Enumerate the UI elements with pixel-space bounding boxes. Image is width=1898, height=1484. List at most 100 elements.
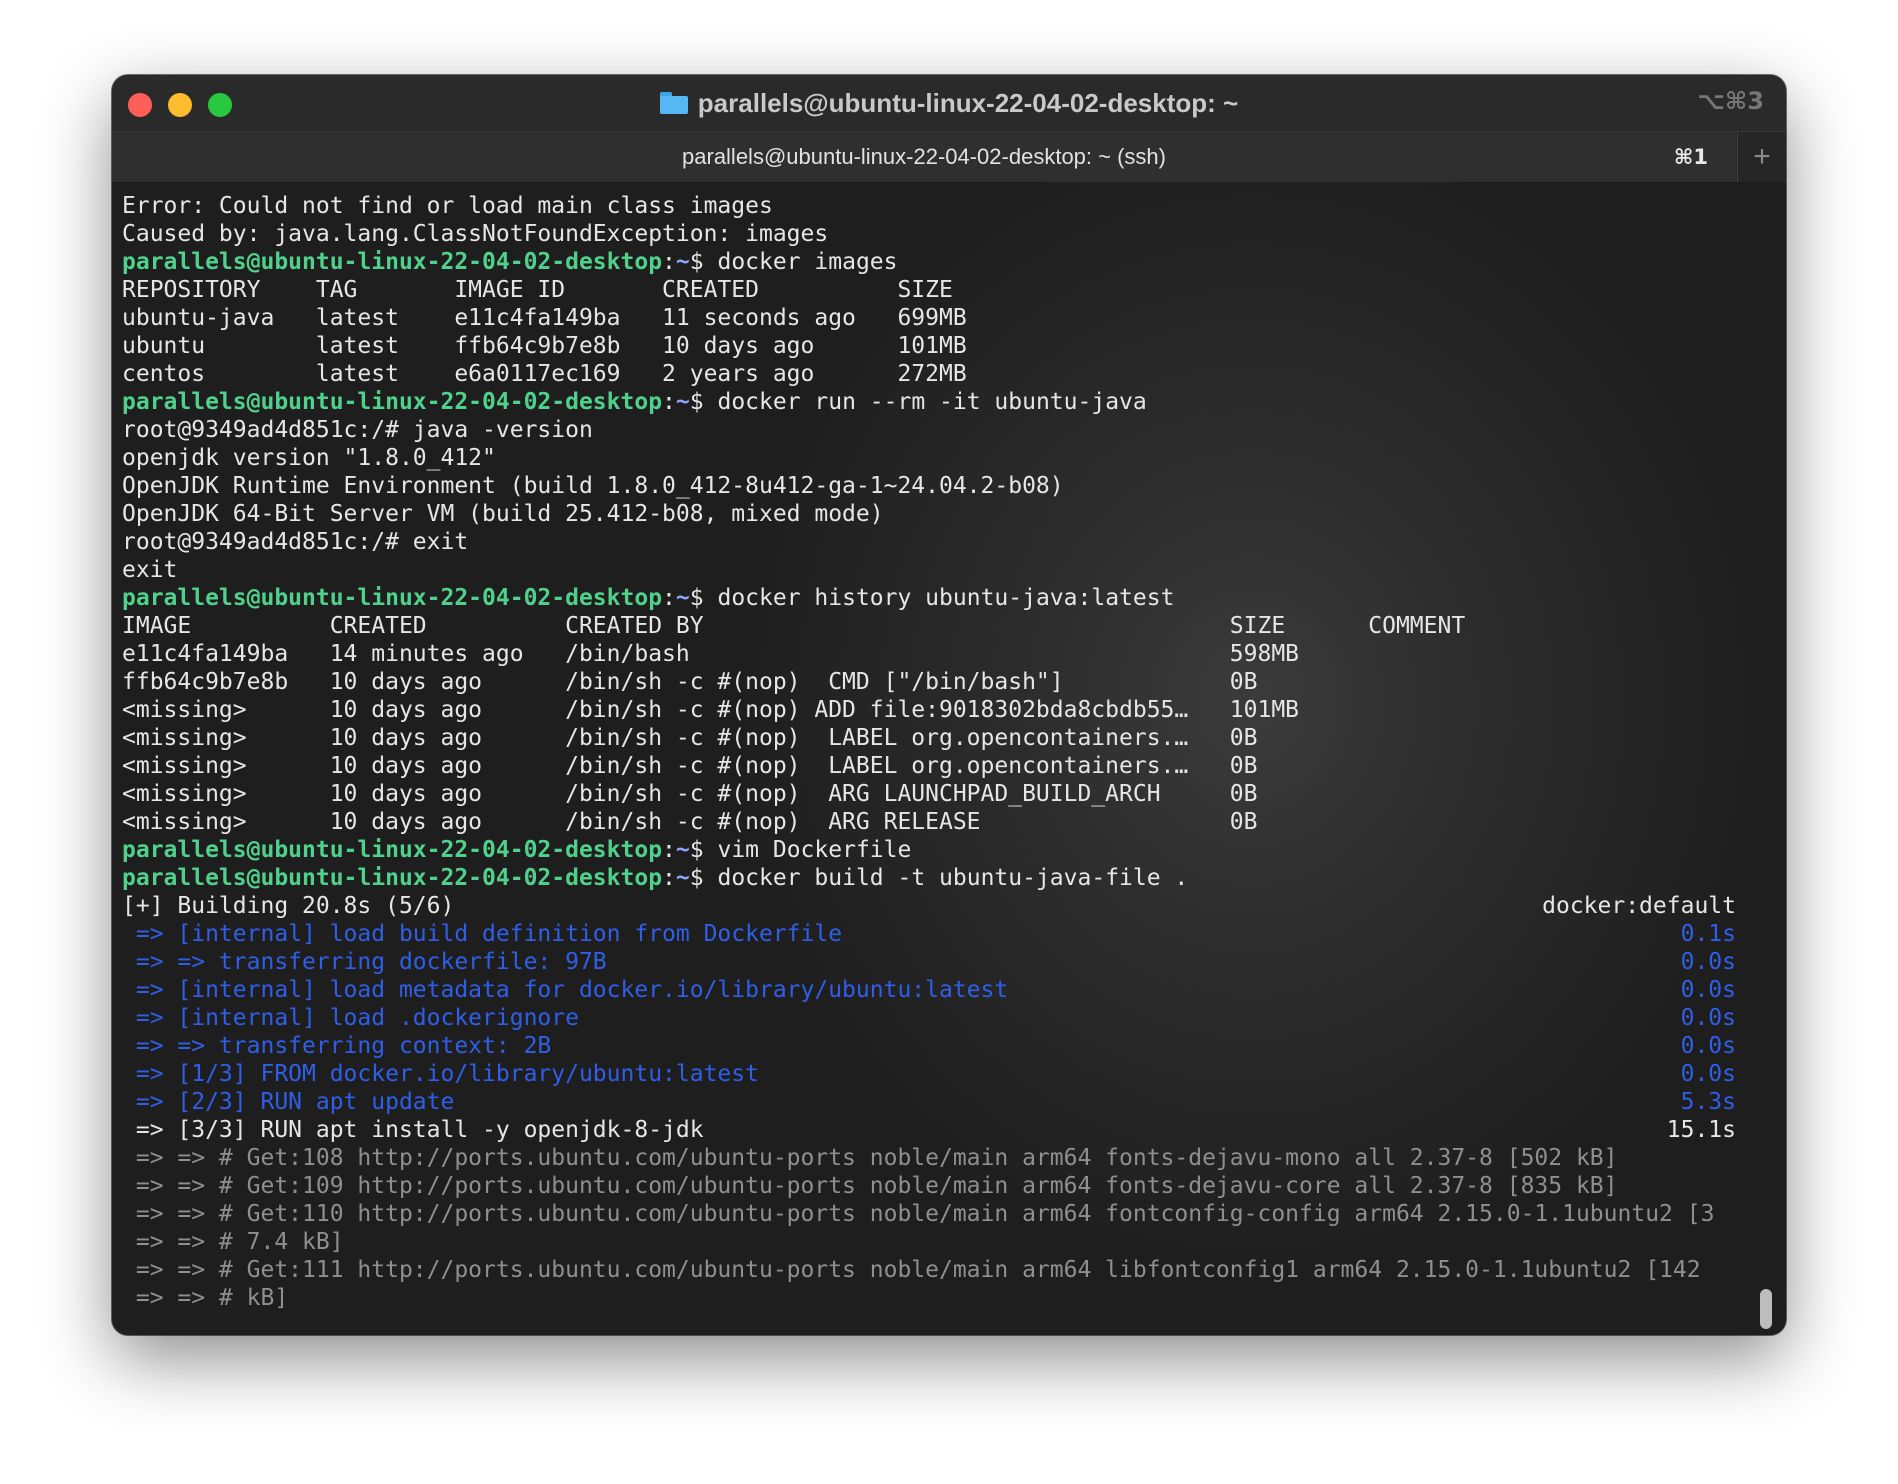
window-title-group: parallels@ubuntu-linux-22-04-02-desktop:… <box>112 87 1786 119</box>
build-log-text: => => # Get:111 http://ports.ubuntu.com/… <box>122 1257 1701 1283</box>
output-text: OpenJDK 64-Bit Server VM (build 25.412-b… <box>122 501 884 527</box>
build-step-time: 0.0s <box>1680 949 1736 975</box>
output-text: REPOSITORY TAG IMAGE ID CREATED SIZE <box>122 277 953 303</box>
output-text: <missing> 10 days ago /bin/sh -c #(nop) … <box>122 725 1258 751</box>
terminal-line: => => # kB] <box>122 1284 1736 1312</box>
build-step-time: 5.3s <box>1680 1089 1736 1115</box>
terminal-line: => => # Get:108 http://ports.ubuntu.com/… <box>122 1144 1736 1172</box>
output-text: Error: Could not find or load main class… <box>122 193 773 219</box>
output-text: exit <box>122 557 178 583</box>
terminal-line: IMAGE CREATED CREATED BY SIZE COMMENT <box>122 612 1736 640</box>
build-step-time: 0.0s <box>1680 1061 1736 1087</box>
terminal-line: => => # Get:111 http://ports.ubuntu.com/… <box>122 1256 1736 1284</box>
terminal-line: root@9349ad4d851c:/# java -version <box>122 416 1736 444</box>
build-step: => [internal] load .dockerignore <box>122 1005 579 1031</box>
build-step: => [2/3] RUN apt update <box>122 1089 455 1115</box>
terminal-line: [+] Building 20.8s (5/6) docker:default <box>122 892 1736 920</box>
prompt-dollar: $ <box>689 837 718 863</box>
terminal-line: REPOSITORY TAG IMAGE ID CREATED SIZE <box>122 276 1736 304</box>
prompt-user: parallels@ubuntu-linux-22-04-02-desktop <box>122 585 663 611</box>
prompt-dollar: $ <box>689 585 718 611</box>
window-title: parallels@ubuntu-linux-22-04-02-desktop:… <box>697 87 1239 118</box>
terminal-line: => [internal] load metadata for docker.i… <box>122 976 1736 1004</box>
terminal-line: => [internal] load .dockerignore 0.0s <box>122 1004 1736 1032</box>
terminal-line: ubuntu latest ffb64c9b7e8b 10 days ago 1… <box>122 332 1736 360</box>
prompt-separator: : <box>662 585 676 611</box>
new-tab-button[interactable]: + <box>1737 132 1786 182</box>
build-log-text: => => # kB] <box>122 1285 289 1311</box>
terminal-line: centos latest e6a0117ec169 2 years ago 2… <box>122 360 1736 388</box>
build-log-text: => => # Get:110 http://ports.ubuntu.com/… <box>122 1201 1715 1227</box>
command-text: docker run --rm -it ubuntu-java <box>717 389 1147 415</box>
folder-icon <box>659 92 688 114</box>
tab-shortcut: ⌘1 <box>1673 145 1708 169</box>
output-text: <missing> 10 days ago /bin/sh -c #(nop) … <box>122 697 1300 723</box>
command-text: docker history ubuntu-java:latest <box>717 585 1175 611</box>
prompt-user: parallels@ubuntu-linux-22-04-02-desktop <box>122 865 663 891</box>
build-step: => => transferring dockerfile: 97B <box>122 949 607 975</box>
terminal-line: <missing> 10 days ago /bin/sh -c #(nop) … <box>122 752 1736 780</box>
build-step: => [1/3] FROM docker.io/library/ubuntu:l… <box>122 1061 759 1087</box>
terminal-line: root@9349ad4d851c:/# exit <box>122 528 1736 556</box>
terminal-line: parallels@ubuntu-linux-22-04-02-desktop:… <box>122 584 1736 612</box>
prompt-separator: : <box>662 249 676 275</box>
build-step-time: 0.0s <box>1680 1005 1736 1031</box>
terminal-line: => => # 7.4 kB] <box>122 1228 1736 1256</box>
scrollbar-thumb[interactable] <box>1760 1289 1772 1329</box>
output-text: IMAGE CREATED CREATED BY SIZE COMMENT <box>122 613 1466 639</box>
output-text: ubuntu-java latest e11c4fa149ba 11 secon… <box>122 305 967 331</box>
output-text: ffb64c9b7e8b 10 days ago /bin/sh -c #(no… <box>122 669 1258 695</box>
terminal-line: e11c4fa149ba 14 minutes ago /bin/bash 59… <box>122 640 1736 668</box>
build-log-text: => => # Get:108 http://ports.ubuntu.com/… <box>122 1145 1618 1171</box>
build-step: => [3/3] RUN apt install -y openjdk-8-jd… <box>122 1117 704 1143</box>
terminal-line: <missing> 10 days ago /bin/sh -c #(nop) … <box>122 808 1736 836</box>
build-step-time: docker:default <box>1542 893 1736 919</box>
prompt-dollar: $ <box>689 249 718 275</box>
terminal-line: Error: Could not find or load main class… <box>122 192 1736 220</box>
prompt-path: ~ <box>675 249 690 275</box>
terminal-line: ubuntu-java latest e11c4fa149ba 11 secon… <box>122 304 1736 332</box>
terminal-line: parallels@ubuntu-linux-22-04-02-desktop:… <box>122 836 1736 864</box>
terminal-line: Caused by: java.lang.ClassNotFoundExcept… <box>122 220 1736 248</box>
terminal-output[interactable]: Error: Could not find or load main class… <box>112 182 1786 1335</box>
terminal-line: parallels@ubuntu-linux-22-04-02-desktop:… <box>122 388 1736 416</box>
prompt-dollar: $ <box>689 389 718 415</box>
terminal-text: Error: Could not find or load main class… <box>122 192 1736 1312</box>
command-text: docker images <box>717 249 898 275</box>
terminal-line: => => transferring dockerfile: 97B 0.0s <box>122 948 1736 976</box>
title-bar[interactable]: parallels@ubuntu-linux-22-04-02-desktop:… <box>112 75 1786 131</box>
terminal-line: <missing> 10 days ago /bin/sh -c #(nop) … <box>122 696 1736 724</box>
terminal-line: parallels@ubuntu-linux-22-04-02-desktop:… <box>122 864 1736 892</box>
terminal-line: => [internal] load build definition from… <box>122 920 1736 948</box>
tab-bar: parallels@ubuntu-linux-22-04-02-desktop:… <box>112 131 1786 183</box>
terminal-line: exit <box>122 556 1736 584</box>
terminal-line: ffb64c9b7e8b 10 days ago /bin/sh -c #(no… <box>122 668 1736 696</box>
build-log-text: => => # 7.4 kB] <box>122 1229 344 1255</box>
build-step-time: 0.1s <box>1680 921 1736 947</box>
command-text: vim Dockerfile <box>717 837 912 863</box>
output-text: openjdk version "1.8.0_412" <box>122 445 496 471</box>
tab-label: parallels@ubuntu-linux-22-04-02-desktop:… <box>682 144 1166 169</box>
prompt-dollar: $ <box>689 865 718 891</box>
terminal-line: => => transferring context: 2B 0.0s <box>122 1032 1736 1060</box>
prompt-user: parallels@ubuntu-linux-22-04-02-desktop <box>122 837 663 863</box>
scrollbar[interactable] <box>1760 182 1780 1335</box>
prompt-user: parallels@ubuntu-linux-22-04-02-desktop <box>122 249 663 275</box>
build-step: [+] Building 20.8s (5/6) <box>122 893 455 919</box>
command-text: docker build -t ubuntu-java-file . <box>717 865 1189 891</box>
terminal-line: => => # Get:110 http://ports.ubuntu.com/… <box>122 1200 1736 1228</box>
build-step: => => transferring context: 2B <box>122 1033 552 1059</box>
output-text: OpenJDK Runtime Environment (build 1.8.0… <box>122 473 1064 499</box>
terminal-window: parallels@ubuntu-linux-22-04-02-desktop:… <box>112 75 1786 1335</box>
terminal-line: OpenJDK Runtime Environment (build 1.8.0… <box>122 472 1736 500</box>
output-text: <missing> 10 days ago /bin/sh -c #(nop) … <box>122 809 1258 835</box>
prompt-separator: : <box>662 865 676 891</box>
prompt-path: ~ <box>675 585 690 611</box>
output-text: ubuntu latest ffb64c9b7e8b 10 days ago 1… <box>122 333 967 359</box>
terminal-line: OpenJDK 64-Bit Server VM (build 25.412-b… <box>122 500 1736 528</box>
prompt-path: ~ <box>675 865 690 891</box>
build-step: => [internal] load build definition from… <box>122 921 843 947</box>
tab-ssh[interactable]: parallels@ubuntu-linux-22-04-02-desktop:… <box>112 132 1736 182</box>
build-step-time: 15.1s <box>1666 1117 1736 1143</box>
prompt-path: ~ <box>675 837 690 863</box>
